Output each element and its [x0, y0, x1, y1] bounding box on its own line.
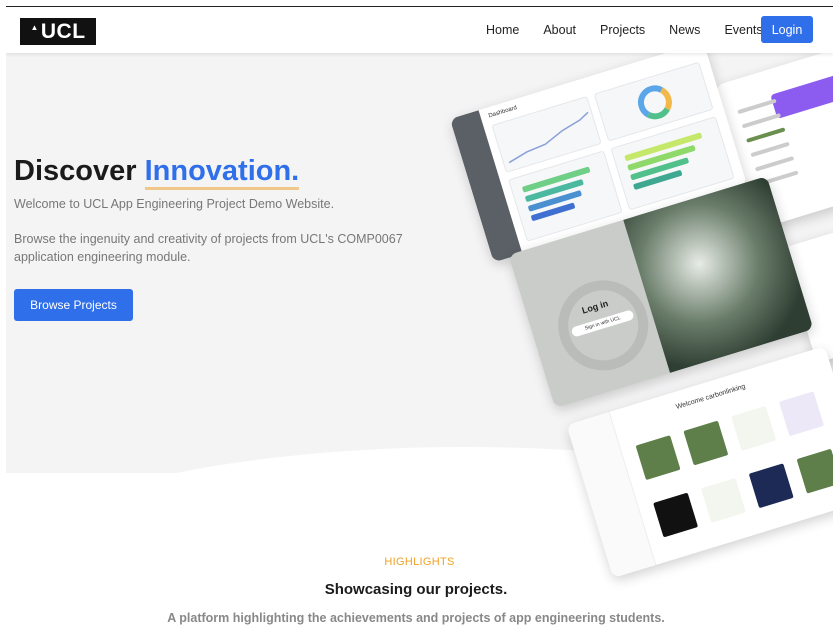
crest-icon: ▲: [30, 23, 39, 32]
highlights-title: Showcasing our projects.: [324, 581, 508, 598]
headline-prefix: Discover: [14, 155, 145, 187]
highlights-label: HIGHLIGHTS: [384, 556, 455, 568]
hero-headline: Discover Innovation.: [14, 155, 300, 190]
browse-projects-button[interactable]: Browse Projects: [14, 289, 133, 321]
nav-news[interactable]: News: [669, 23, 700, 37]
nav-links: Home About Projects News Events: [486, 7, 787, 53]
nav-events[interactable]: Events: [724, 23, 762, 37]
highlights-subtitle: A platform highlighting the achievements…: [167, 611, 665, 625]
nav-home[interactable]: Home: [486, 23, 519, 37]
page: Dashboard Log in Sign in with UCL Welcom…: [6, 6, 833, 643]
top-navbar: ▲ UCL Home About Projects News Events Log…: [6, 7, 833, 53]
nav-about[interactable]: About: [543, 23, 576, 37]
ucl-logo[interactable]: ▲ UCL: [20, 18, 96, 45]
headline-accent: Innovation.: [144, 155, 300, 190]
login-button[interactable]: Login: [761, 16, 813, 43]
logo-text: UCL: [40, 19, 86, 43]
hero-description: Browse the ingenuity and creativity of p…: [14, 232, 403, 264]
hero-welcome-text: Welcome to UCL App Engineering Project D…: [14, 197, 335, 211]
nav-projects[interactable]: Projects: [600, 23, 645, 37]
